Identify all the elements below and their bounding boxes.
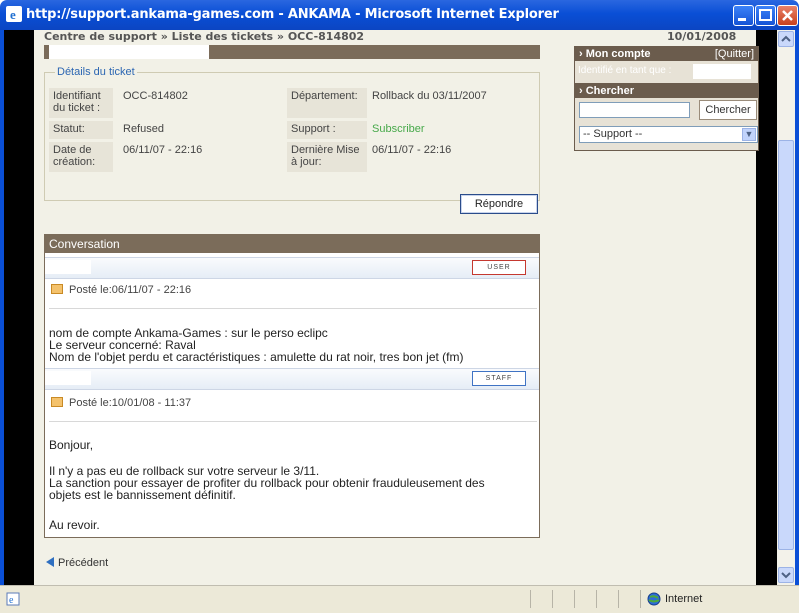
previous-link[interactable]: Précédent [46,557,108,569]
minimize-button[interactable] [733,5,754,26]
account-box: › Mon compte [Quitter] Identifié en tant… [574,46,759,86]
message-header-user: USER [45,257,539,279]
support-select-value: -- Support -- [583,128,643,140]
current-date: 10/01/2008 [667,30,737,43]
author-name [45,371,91,385]
scroll-thumb[interactable] [778,140,794,550]
scroll-up-button[interactable] [778,31,794,47]
browser-viewport: Centre de support » Liste des tickets » … [4,30,777,585]
status-cell [552,590,574,608]
created-value: 06/11/07 - 22:16 [123,144,203,156]
posted-date-text: Posté le:06/11/07 - 22:16 [69,284,192,296]
support-value: Subscriber [372,123,425,135]
updated-label: Dernière Mise à jour: [287,142,367,172]
envelope-icon [51,284,63,294]
search-title: Chercher [585,85,635,97]
chevron-right-icon: › [579,48,583,60]
posted-date-text: Posté le:10/01/08 - 11:37 [69,397,192,409]
message-posted-date: Posté le:06/11/07 - 22:16 [51,284,191,296]
status-value: Refused [123,123,164,135]
maximize-icon [759,9,772,21]
support-label: Support : [287,121,367,139]
account-box-header: › Mon compte [Quitter] [575,47,758,61]
status-bar: e Internet [0,585,799,613]
department-value: Rollback du 03/11/2007 [372,90,487,102]
window-frame-right [795,30,799,585]
scroll-down-button[interactable] [778,567,794,583]
staff-badge: STAFF [472,371,526,386]
close-icon [782,10,793,21]
chevron-down-icon[interactable]: ▼ [742,128,756,141]
breadcrumb[interactable]: Centre de support » Liste des tickets » … [44,30,364,43]
chevron-down-icon [781,572,791,579]
department-label: Département: [287,88,367,118]
status-label: Statut: [49,121,113,139]
ticket-id-label: Identifiant du ticket : [49,88,113,118]
quit-link[interactable]: [Quitter] [715,47,754,61]
message-line: objets est le bannissement définitif. [49,488,236,502]
message-line: Au revoir. [49,518,100,532]
window-title: http://support.ankama-games.com - ANKAMA… [26,7,559,22]
envelope-icon [51,397,63,407]
account-title: Mon compte [585,48,651,60]
author-name [45,260,91,274]
ticket-details: Détails du ticket Identifiant du ticket … [44,66,540,201]
message-line: Nom de l'objet perdu et caractéristiques… [49,350,464,364]
search-box: › Chercher Chercher -- Support -- ▼ [574,83,759,151]
status-cell [596,590,618,608]
ticket-title-bar [44,45,540,59]
chevron-up-icon [781,35,791,42]
logged-as-label: Identifié en tant que : [578,65,672,76]
created-label: Date de création: [49,142,113,172]
window-titlebar: e http://support.ankama-games.com - ANKA… [0,0,799,30]
username-field [693,64,751,79]
reply-button[interactable]: Répondre [460,194,538,214]
status-cell [530,590,552,608]
vertical-scrollbar[interactable] [777,30,795,585]
previous-label: Précédent [58,557,109,569]
ticket-title-field [49,45,209,59]
support-select[interactable]: -- Support -- ▼ [579,126,758,143]
globe-icon [647,592,661,606]
minimize-icon [738,18,746,21]
search-box-header: › Chercher [575,84,758,98]
search-button[interactable]: Chercher [699,100,757,120]
svg-text:e: e [9,595,14,606]
page-content: Centre de support » Liste des tickets » … [34,30,759,585]
maximize-button[interactable] [755,5,776,26]
status-cell [574,590,596,608]
chevron-right-icon: › [579,85,583,97]
user-badge: USER [472,260,526,275]
ticket-details-legend: Détails du ticket [57,66,135,78]
page-icon: e [6,592,20,606]
search-input[interactable] [579,102,690,118]
status-cell [618,590,640,608]
updated-value: 06/11/07 - 22:16 [372,144,452,156]
close-button[interactable] [777,5,798,26]
message-posted-date: Posté le:10/01/08 - 11:37 [51,397,191,409]
zone-label: Internet [665,593,703,605]
conversation-title: Conversation [45,235,539,253]
ticket-id-value: OCC-814802 [123,90,188,102]
back-arrow-icon [46,557,54,567]
zone-cell: Internet [640,590,795,608]
message-divider [49,421,537,422]
svg-text:e: e [10,7,16,22]
conversation-panel: Conversation USER Posté le:06/11/07 - 22… [44,234,540,538]
message-divider [49,308,537,309]
message-line: Bonjour, [49,438,94,452]
internet-explorer-icon: e [6,6,22,22]
message-header-staff: STAFF [45,368,539,390]
